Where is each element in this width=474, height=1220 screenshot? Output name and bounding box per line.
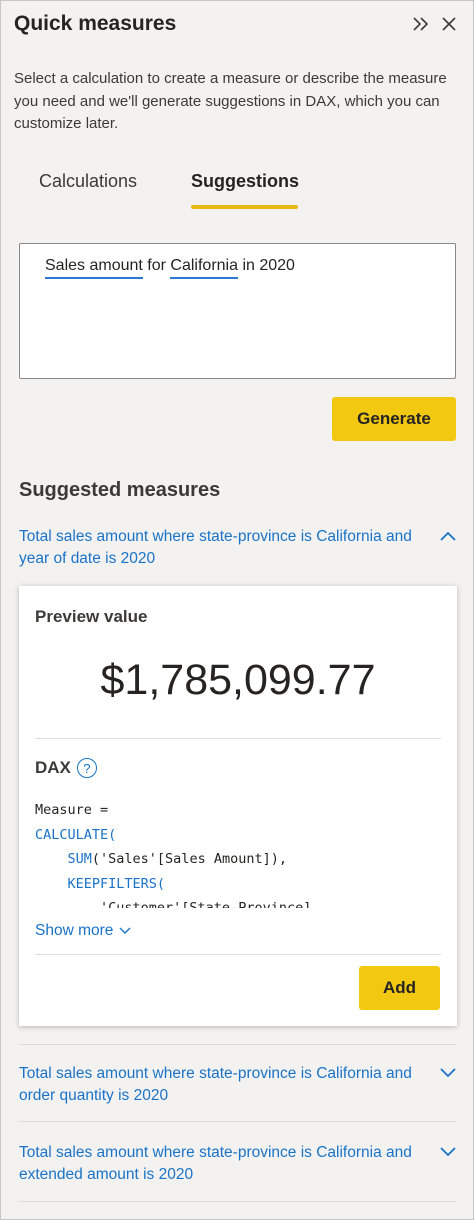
help-circle-icon[interactable]: ? <box>76 758 97 778</box>
code-line-args: ('Sales'[Sales Amount]), <box>91 851 287 867</box>
divider <box>19 1201 457 1202</box>
query-entity-sales-amount: Sales amount <box>45 257 143 274</box>
tab-suggestions[interactable]: Suggestions <box>191 171 299 192</box>
chevron-up-icon[interactable] <box>438 529 460 545</box>
show-more-link[interactable]: Show more <box>35 922 132 940</box>
code-line-sum: SUM <box>35 851 92 867</box>
measure-description-input[interactable]: Sales amount for California in 2020 <box>19 243 456 379</box>
dax-heading: DAX ? <box>35 758 97 778</box>
show-more-label: Show more <box>35 922 114 939</box>
suggestion-header[interactable]: Total sales amount where state-province … <box>19 526 419 570</box>
double-chevron-right-icon[interactable] <box>411 11 431 37</box>
divider <box>35 954 441 955</box>
chevron-down-icon[interactable] <box>438 1144 460 1160</box>
pane-description: Select a calculation to create a measure… <box>14 70 447 132</box>
preview-value-label: Preview value <box>35 607 148 626</box>
code-line: CALCULATE( <box>35 826 117 843</box>
quick-measures-pane: Quick measures Select a calculation to c… <box>0 0 474 1220</box>
dax-label: DAX <box>35 758 71 777</box>
add-button[interactable]: Add <box>359 966 440 1010</box>
suggestion-header[interactable]: Total sales amount where state-province … <box>19 1063 419 1107</box>
query-text: for <box>142 257 171 274</box>
pane-title: Quick measures <box>14 12 177 35</box>
query-entity-california: California <box>170 257 238 274</box>
suggested-measures-heading: Suggested measures <box>19 479 221 501</box>
generate-button[interactable]: Generate <box>332 397 456 441</box>
suggestion-card: Preview value $1,785,099.77 DAX ? Measur… <box>19 586 457 1026</box>
divider <box>19 1121 457 1122</box>
tab-calculations[interactable]: Calculations <box>39 171 137 192</box>
header-actions <box>411 11 459 37</box>
close-icon[interactable] <box>439 11 459 37</box>
query-text: in 2020 <box>238 257 295 274</box>
chevron-down-icon <box>119 927 131 934</box>
preview-value: $1,785,099.77 <box>100 656 376 704</box>
divider <box>35 738 441 739</box>
code-line: Measure = <box>35 802 109 818</box>
chevron-down-icon[interactable] <box>438 1065 460 1081</box>
divider <box>19 1044 457 1045</box>
dax-code-block: Measure = CALCULATE( SUM('Sales'[Sales A… <box>35 798 441 908</box>
suggestion-header[interactable]: Total sales amount where state-province … <box>19 1142 419 1186</box>
active-tab-indicator <box>191 205 298 209</box>
code-line: 'Customer'[State-Province] <box>35 900 312 908</box>
code-line: KEEPFILTERS( <box>35 875 166 892</box>
